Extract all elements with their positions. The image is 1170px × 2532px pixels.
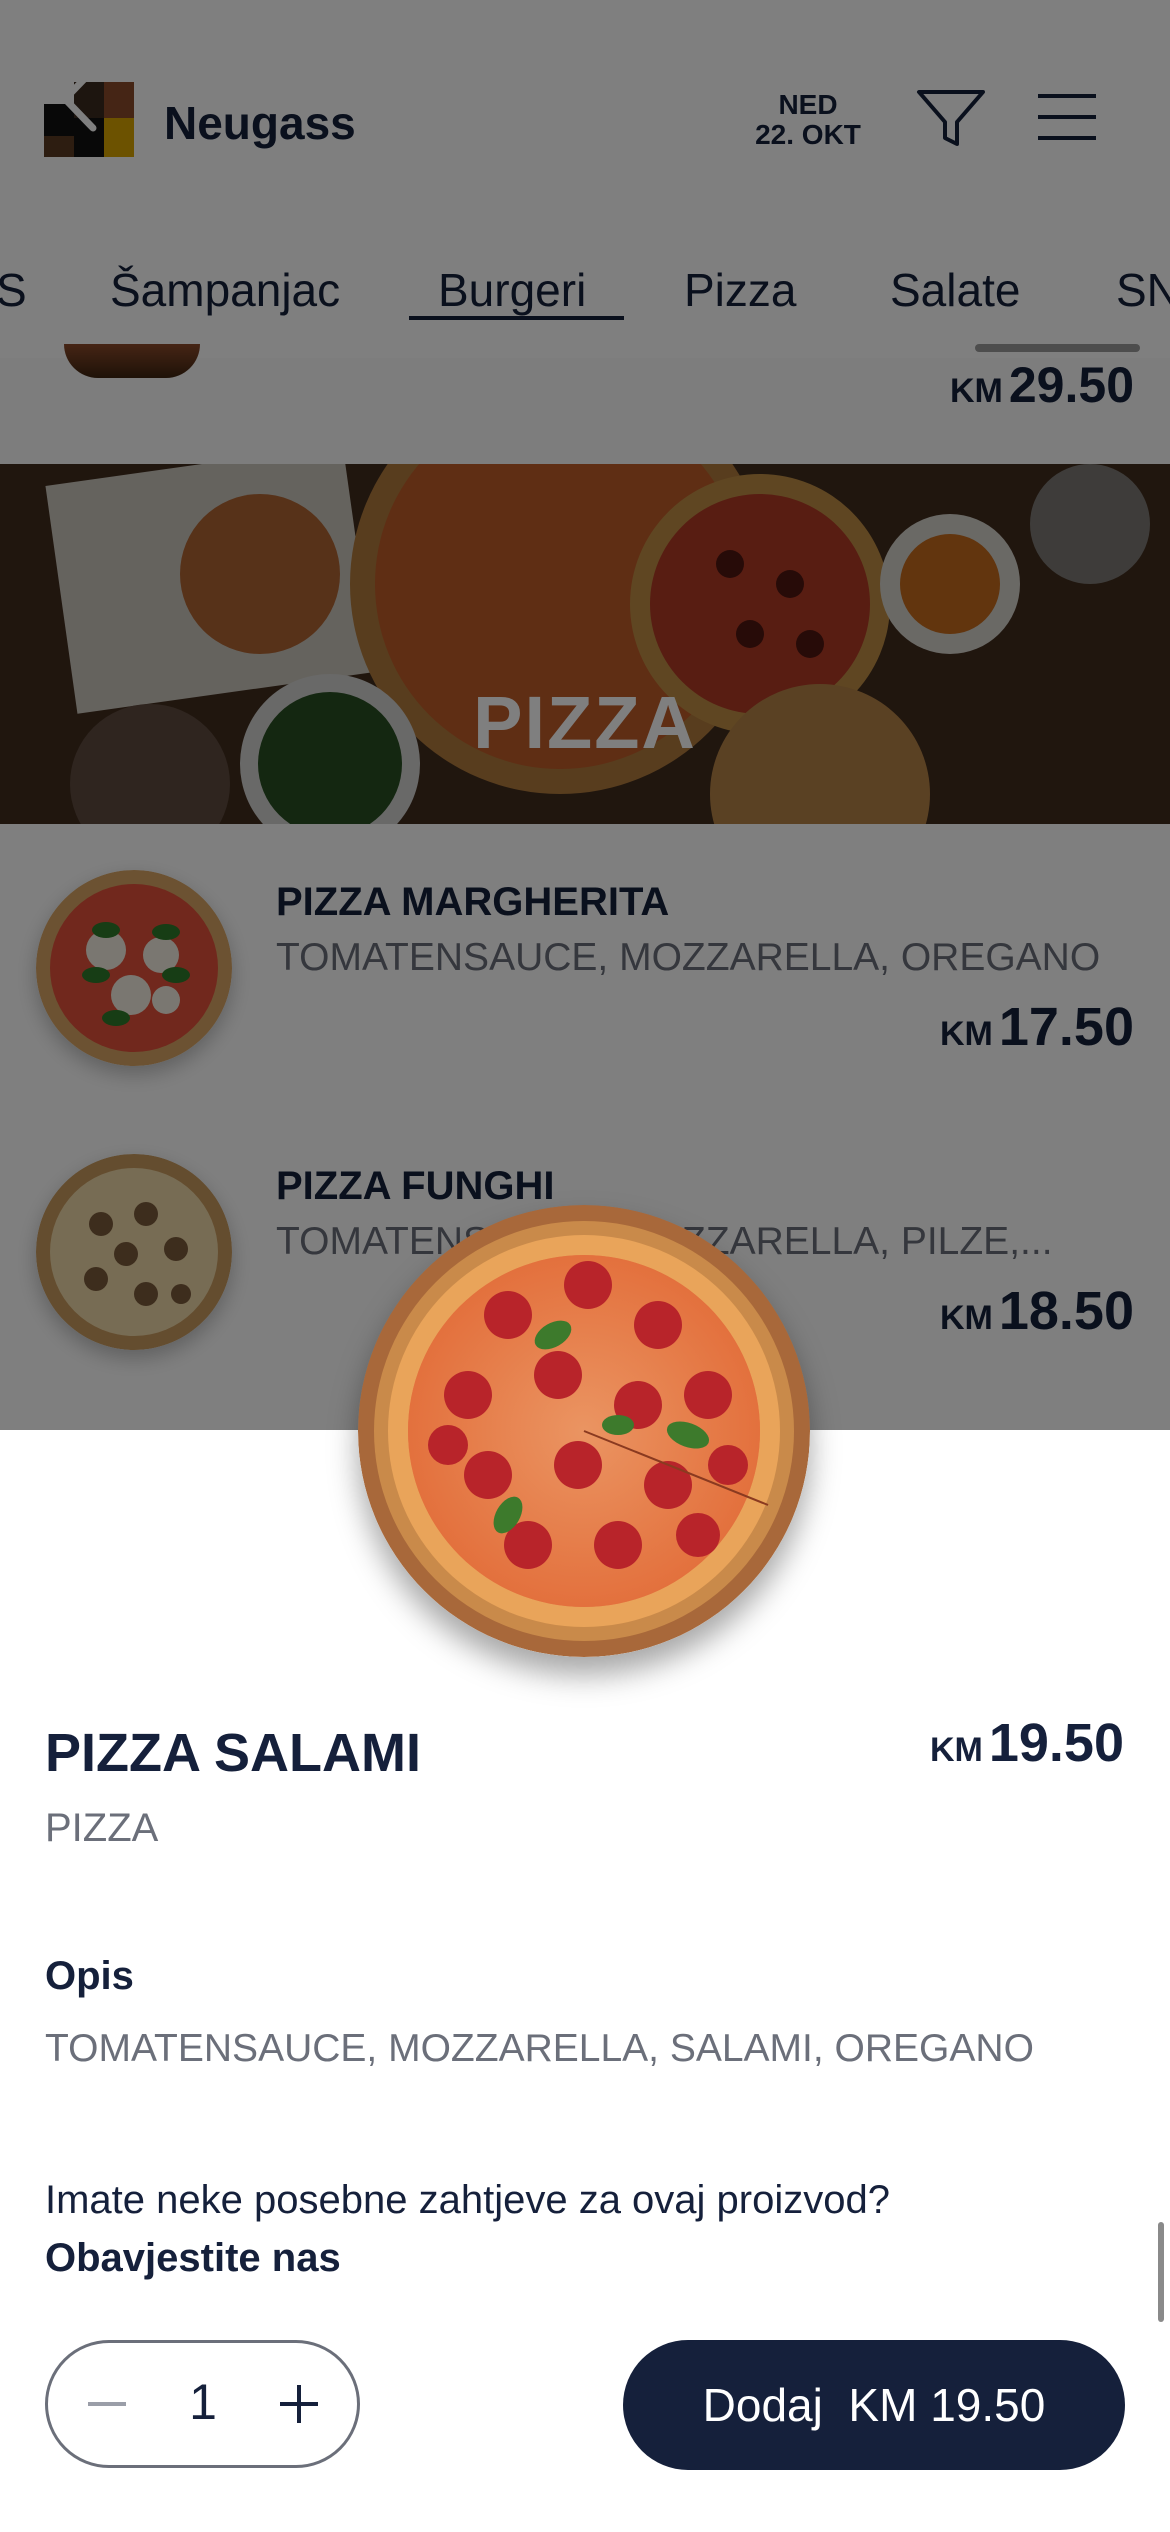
pizza-salami-image bbox=[358, 1205, 810, 1657]
plus-icon[interactable] bbox=[266, 2371, 332, 2437]
quantity-stepper: 1 bbox=[45, 2340, 360, 2468]
description-label: Opis bbox=[45, 1954, 134, 1998]
add-to-cart-button[interactable]: Dodaj KM 19.50 bbox=[623, 2340, 1125, 2470]
product-description: TOMATENSAUCE, MOZZARELLA, SALAMI, OREGAN… bbox=[45, 2027, 1034, 2070]
product-title: PIZZA SALAMI bbox=[45, 1723, 421, 1783]
quantity-value: 1 bbox=[189, 2374, 217, 2430]
product-price: KM 19.50 bbox=[929, 1713, 1124, 1773]
special-request-link[interactable]: Obavjestite nas bbox=[45, 2236, 341, 2281]
special-request-text: Imate neke posebne zahtjeve za ovaj proi… bbox=[45, 2178, 890, 2222]
product-category: PIZZA bbox=[45, 1806, 159, 1850]
minus-icon[interactable] bbox=[74, 2371, 140, 2437]
sheet-scrollbar[interactable] bbox=[1158, 2222, 1164, 2322]
